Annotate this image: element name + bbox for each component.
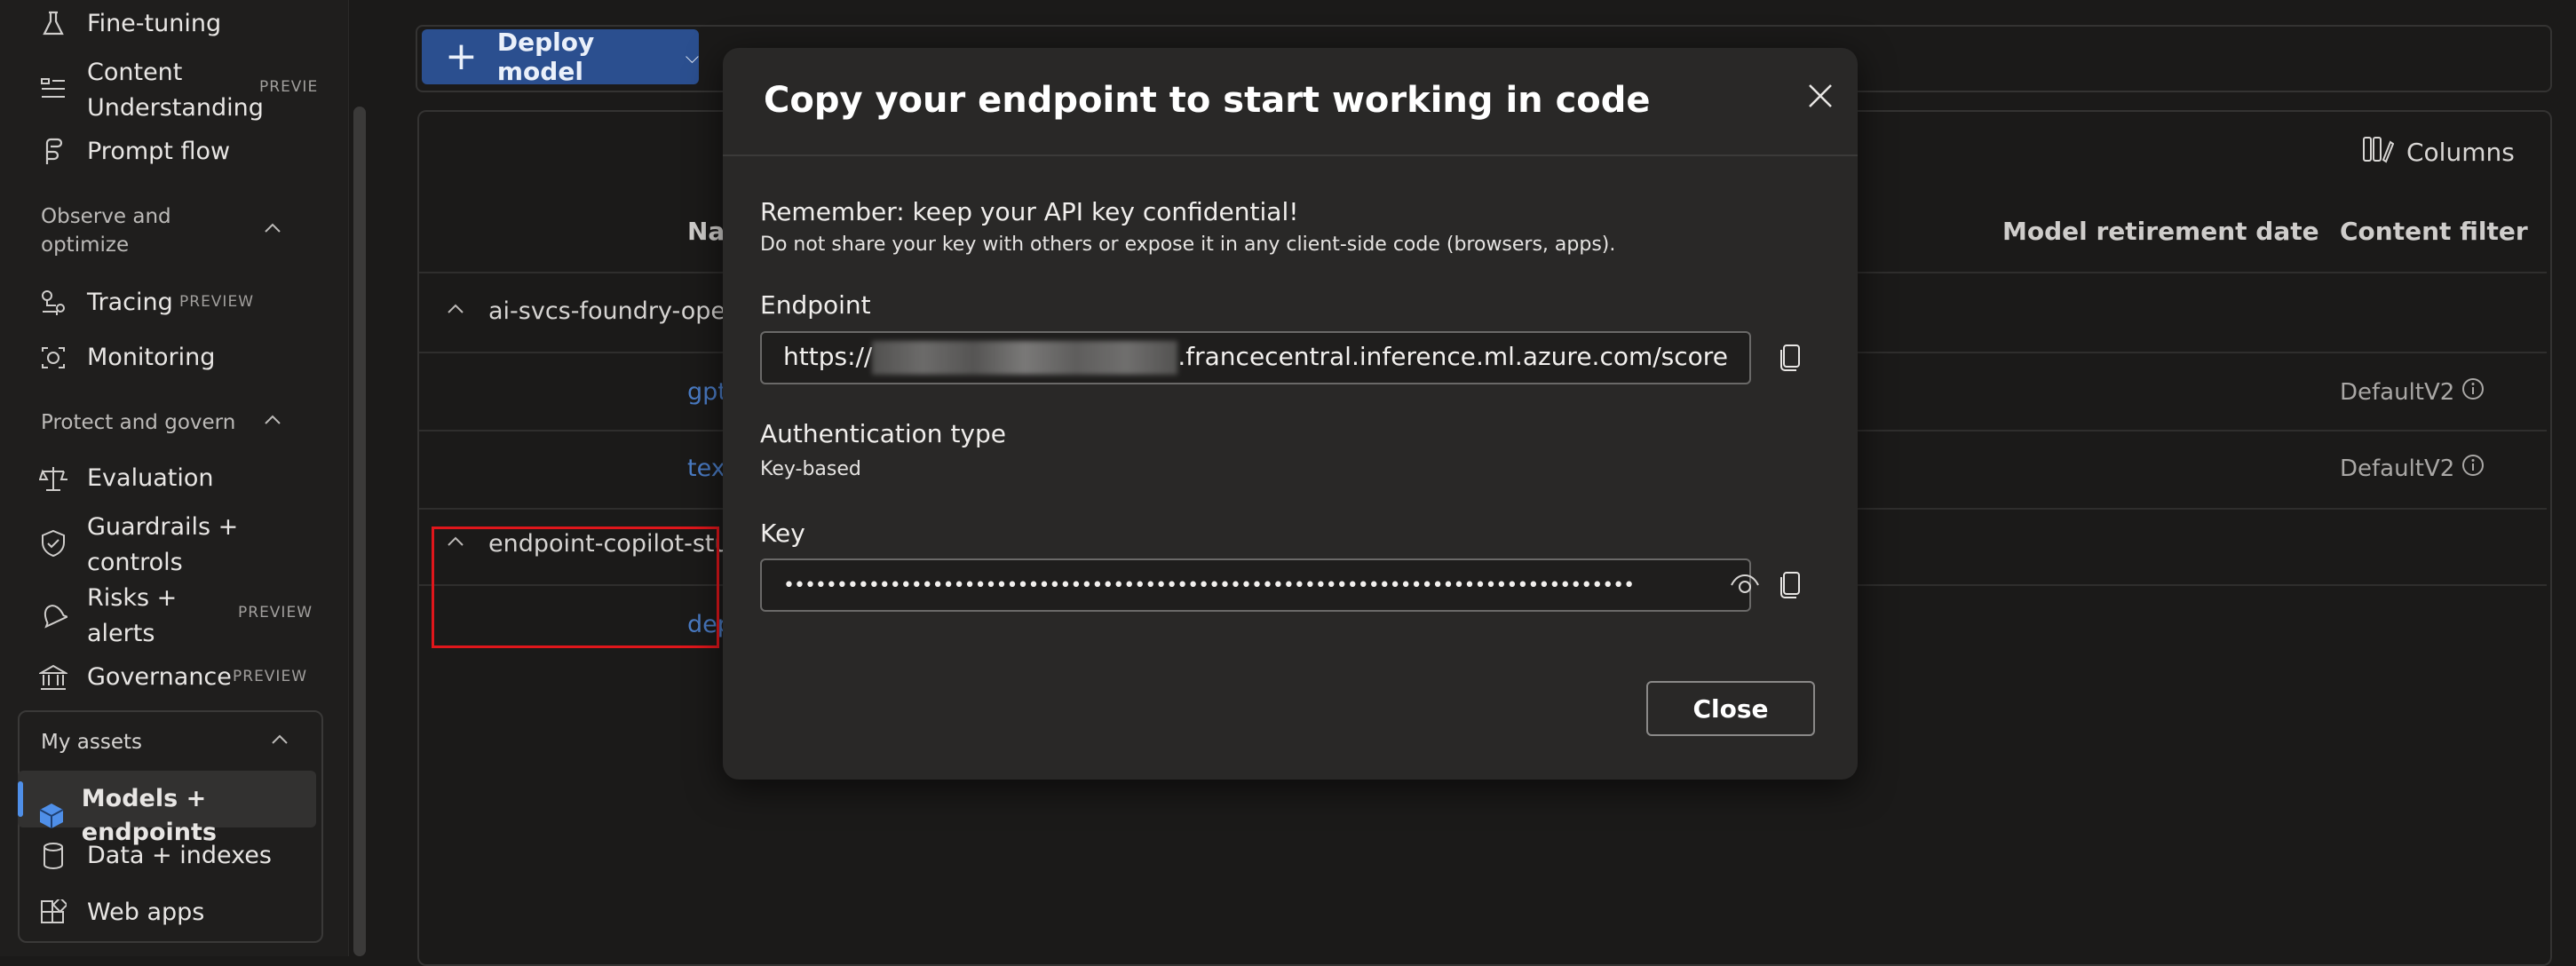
copy-icon: [1780, 572, 1800, 598]
preview-badge: PREVIE: [259, 78, 319, 96]
deployment-link[interactable]: gpt: [687, 378, 727, 406]
sidebar-item-label: Governance: [87, 663, 232, 691]
chevron-up-icon: [446, 297, 465, 325]
column-header-content-filter[interactable]: Content filter: [2340, 217, 2528, 246]
columns-button[interactable]: Columns: [2362, 135, 2515, 170]
group-name: ai-svcs-foundry-oper: [488, 297, 736, 325]
content-filter-cell: DefaultV2: [2340, 377, 2485, 407]
group-header-assets: My assets: [41, 731, 142, 754]
sidebar-item-label: Risks + alerts: [87, 584, 178, 647]
chevron-up-icon[interactable]: [270, 730, 289, 749]
scale-icon: [37, 463, 69, 495]
column-header-retirement-date[interactable]: Model retirement date: [2002, 217, 2319, 246]
deploy-model-label: Deploy model: [496, 28, 595, 86]
prompt-flow-icon: [37, 136, 69, 168]
sidebar-item-label: Monitoring: [87, 344, 216, 371]
columns-icon: [2362, 135, 2395, 170]
key-label: Key: [760, 519, 805, 548]
sidebar-scrollbar-thumb[interactable]: [353, 107, 366, 956]
preview-badge: PREVIEW: [233, 668, 307, 685]
sidebar-item-label: Tracing: [87, 289, 173, 316]
monitoring-icon: [37, 342, 69, 374]
eye-icon[interactable]: [1730, 571, 1760, 601]
bank-icon: [37, 661, 69, 693]
content-filter-value: DefaultV2: [2340, 378, 2455, 406]
sidebar-item-tracing[interactable]: Tracing: [37, 286, 173, 320]
content-understanding-icon: [37, 73, 69, 105]
sidebar-item-label: Evaluation: [87, 464, 214, 492]
redacted-region: [872, 341, 1178, 375]
close-icon[interactable]: [1799, 75, 1842, 117]
sidebar-item-label: Web apps: [87, 899, 205, 926]
sidebar-item-governance[interactable]: Governance: [37, 661, 232, 694]
preview-badge: PREVIEW: [179, 293, 254, 311]
sidebar-item-monitoring[interactable]: Monitoring: [37, 341, 215, 375]
content-filter-value: DefaultV2: [2340, 455, 2455, 482]
sidebar-item-label: Prompt flow: [87, 138, 231, 165]
endpoint-label: Endpoint: [760, 290, 871, 320]
plus-icon: +: [445, 34, 478, 79]
sidebar-item-label: Fine-tuning: [87, 10, 222, 37]
group-header-protect: Protect and govern: [41, 411, 236, 434]
deploy-model-button[interactable]: + Deploy model ⌵: [422, 28, 699, 86]
sidebar-item-label: Data + indexes: [87, 842, 272, 869]
chevron-up-icon[interactable]: [263, 218, 282, 238]
copy-icon: [1780, 344, 1800, 371]
auth-type-value: Key-based: [760, 458, 861, 480]
database-icon: [37, 840, 69, 872]
chevron-up-icon[interactable]: [263, 410, 282, 430]
sidebar-item-guardrails[interactable]: Guardrails + controls: [37, 510, 265, 581]
tracing-icon: [37, 287, 69, 319]
alert-icon: [37, 598, 69, 630]
preview-badge: PREVIEW: [238, 604, 313, 622]
dialog-header: Copy your endpoint to start working in c…: [723, 48, 1858, 156]
sidebar: Fine-tuning Content Understanding PREVIE…: [0, 0, 349, 956]
sidebar-item-label: Content Understanding: [87, 59, 264, 122]
shield-icon: [37, 527, 69, 559]
sidebar-item-label: Guardrails + controls: [87, 513, 239, 576]
copy-endpoint-button[interactable]: [1772, 340, 1808, 376]
endpoint-dialog: Copy your endpoint to start working in c…: [723, 48, 1858, 780]
copy-key-button[interactable]: [1772, 567, 1808, 603]
group-row-ai-svcs[interactable]: ai-svcs-foundry-oper: [446, 297, 735, 325]
sidebar-item-content-understanding[interactable]: Content Understanding: [37, 55, 265, 126]
highlight-box: [432, 527, 719, 648]
column-header-name[interactable]: Na: [687, 217, 725, 246]
apps-icon: [37, 897, 69, 929]
dialog-title: Copy your endpoint to start working in c…: [764, 80, 1651, 121]
close-button[interactable]: Close: [1646, 681, 1815, 736]
info-icon[interactable]: [2461, 454, 2485, 483]
group-header-observe: Observe and optimize: [41, 205, 171, 257]
content-filter-cell: DefaultV2: [2340, 454, 2485, 483]
active-indicator: [18, 781, 23, 817]
sidebar-item-fine-tuning[interactable]: Fine-tuning: [37, 7, 221, 41]
chevron-down-icon: ⌵: [685, 46, 699, 67]
sidebar-item-prompt-flow[interactable]: Prompt flow: [37, 135, 230, 169]
info-icon[interactable]: [2461, 377, 2485, 407]
warning-text: Remember: keep your API key confidential…: [760, 197, 1299, 226]
warning-subtext: Do not share your key with others or exp…: [760, 234, 1616, 256]
endpoint-value: https://.francecentral.inference.ml.azur…: [783, 341, 1728, 375]
sidebar-item-web-apps[interactable]: Web apps: [37, 896, 204, 930]
cube-icon: [36, 800, 67, 832]
auth-type-label: Authentication type: [760, 419, 1006, 448]
columns-label: Columns: [2406, 138, 2515, 167]
endpoint-field[interactable]: https://.francecentral.inference.ml.azur…: [760, 331, 1751, 384]
key-field[interactable]: ••••••••••••••••••••••••••••••••••••••••…: [760, 558, 1759, 612]
sidebar-item-evaluation[interactable]: Evaluation: [37, 462, 213, 495]
flask-icon: [37, 8, 69, 40]
sidebar-item-data-indexes[interactable]: Data + indexes: [37, 839, 272, 873]
deployment-link[interactable]: tex: [687, 455, 725, 482]
sidebar-item-risks[interactable]: Risks + alerts: [37, 581, 194, 652]
key-value: ••••••••••••••••••••••••••••••••••••••••…: [783, 574, 1635, 597]
